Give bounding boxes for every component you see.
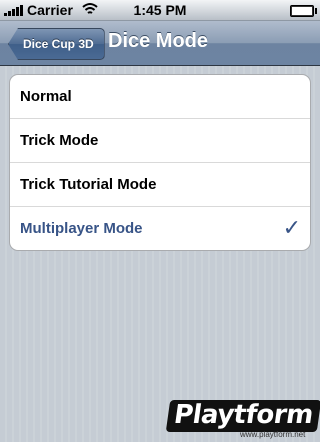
back-button-label: Dice Cup 3D — [23, 37, 94, 51]
checkmark-icon: ✓ — [282, 215, 301, 240]
playtform-logo: Playtform — [165, 400, 320, 432]
battery-level — [292, 7, 312, 15]
watermark-url: www.playtform.net — [240, 430, 306, 439]
page-title: Dice Mode — [108, 30, 209, 52]
list-item[interactable]: Trick Tutorial Mode — [10, 163, 310, 207]
list-item[interactable]: Trick Mode — [10, 119, 310, 163]
navigation-bar: Dice Cup 3D Dice Mode — [0, 21, 320, 66]
list-item-label: Multiplayer Mode — [20, 220, 143, 237]
back-button[interactable]: Dice Cup 3D — [8, 28, 105, 60]
list-item[interactable]: Multiplayer Mode ✓ — [10, 207, 310, 250]
dice-mode-list: Normal Trick Mode Trick Tutorial Mode Multi… — [9, 74, 311, 251]
list-item[interactable]: Normal — [10, 75, 310, 119]
battery-icon — [290, 5, 317, 17]
list-item-label: Trick Mode — [20, 132, 99, 149]
list-item-label: Normal — [20, 88, 72, 105]
status-bar: Carrier 1:45 PM — [0, 0, 320, 21]
list-item-label: Trick Tutorial Mode — [20, 176, 157, 193]
clock: 1:45 PM — [133, 2, 187, 18]
